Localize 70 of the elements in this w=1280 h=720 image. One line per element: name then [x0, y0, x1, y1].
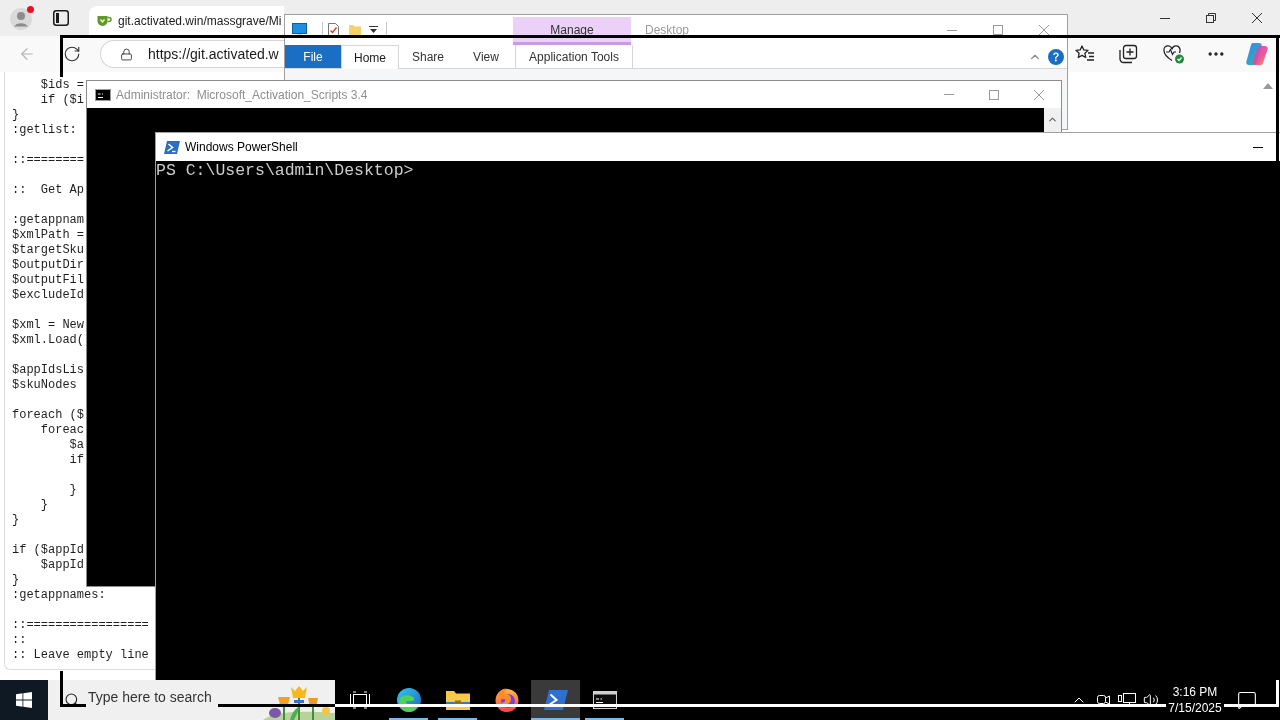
- code-line: :: Get Ap: [12, 183, 84, 198]
- code-line: $xml = New: [12, 318, 84, 333]
- code-line: $appIdsLis: [12, 363, 84, 378]
- ribbon-tab[interactable]: Home: [341, 45, 399, 69]
- clock-date: 7/15/2025: [1168, 700, 1222, 716]
- code-line: }: [39, 498, 48, 513]
- ribbon-tab[interactable]: View: [457, 45, 515, 68]
- code-line: $xml.Load(: [12, 333, 84, 348]
- dropdown-icon[interactable]: [369, 26, 378, 34]
- code-line: ::=================: [12, 618, 149, 633]
- code-line: }: [68, 483, 77, 498]
- code-line: foreac: [39, 423, 84, 438]
- folder-icon[interactable]: [349, 23, 361, 37]
- help-icon[interactable]: [1048, 48, 1064, 65]
- minimize-icon[interactable]: [1160, 17, 1170, 19]
- restore-icon[interactable]: [1206, 13, 1216, 23]
- console-line: PS C:\Users\admin\Desktop>: [156, 162, 414, 180]
- code-line: $outputDir: [12, 258, 84, 273]
- monitor-icon[interactable]: [292, 23, 307, 37]
- window-title: Desktop: [645, 22, 690, 39]
- search-field[interactable]: Type here to search: [88, 688, 216, 706]
- code-line: $skuNodes: [12, 378, 77, 393]
- window-title: Windows PowerShell: [185, 139, 298, 156]
- heart-check-icon[interactable]: [1163, 44, 1185, 64]
- code-line: :getappnames:: [12, 588, 106, 603]
- start-button[interactable]: [0, 680, 48, 720]
- ribbon-tab[interactable]: Share: [399, 45, 457, 68]
- code-line: }: [12, 513, 20, 528]
- code-line: :getappnam: [12, 213, 84, 228]
- code-line: $excludeId: [12, 288, 84, 303]
- taskbar-button[interactable]: [531, 680, 580, 720]
- scroll-up-button[interactable]: [1044, 108, 1061, 130]
- close-icon[interactable]: [1252, 13, 1262, 23]
- code-line: if ($appId: [12, 543, 84, 558]
- favorites-icon[interactable]: [1075, 45, 1095, 63]
- prompt-icon: [164, 140, 180, 154]
- window-title: Administrator: Microsoft_Activation_Scripts 3.4: [116, 86, 368, 104]
- code-line: foreach ($: [12, 408, 84, 423]
- maximize-icon[interactable]: [988, 89, 999, 100]
- scroll-up-icon[interactable]: [1263, 83, 1273, 89]
- code-line: $a: [68, 438, 84, 453]
- multicolor-logo-icon[interactable]: [1246, 43, 1268, 65]
- clock-time: 3:16 PM: [1172, 684, 1218, 700]
- code-line: ::: [12, 633, 27, 648]
- lock-icon[interactable]: [120, 47, 133, 61]
- maximize-icon[interactable]: [993, 25, 1003, 35]
- collections-icon[interactable]: [1118, 44, 1138, 64]
- ribbon-tab[interactable]: Application Tools: [515, 45, 633, 68]
- code-line: $outputFil: [12, 273, 84, 288]
- code-line: $appId: [39, 558, 84, 573]
- code-line: }: [12, 108, 20, 123]
- code-line: if: [68, 453, 84, 468]
- code-line: if ($i: [39, 93, 84, 108]
- terminal-icon: [95, 88, 111, 101]
- sidebar-icon[interactable]: [53, 10, 69, 26]
- cup-icon: [97, 14, 112, 28]
- code-line: $xmlPath =: [12, 228, 84, 243]
- ribbon-tab[interactable]: File: [285, 45, 341, 68]
- address-field[interactable]: https://git.activated.w: [100, 40, 284, 68]
- code-line: $targetSku: [12, 243, 84, 258]
- windows-logo-icon: [16, 692, 32, 708]
- minimize-icon[interactable]: [1253, 146, 1263, 148]
- code-line: :: Leave empty line: [12, 648, 149, 663]
- code-line: ::========: [12, 153, 84, 168]
- refresh-icon[interactable]: [63, 45, 81, 63]
- code-line: $ids =: [39, 78, 84, 93]
- profile-avatar-icon[interactable]: [9, 5, 35, 31]
- code-line: :getlist:: [12, 123, 77, 138]
- code-line: }: [12, 573, 20, 588]
- browser-tab[interactable]: git.activated.win/massgrave/Mi: [89, 6, 284, 36]
